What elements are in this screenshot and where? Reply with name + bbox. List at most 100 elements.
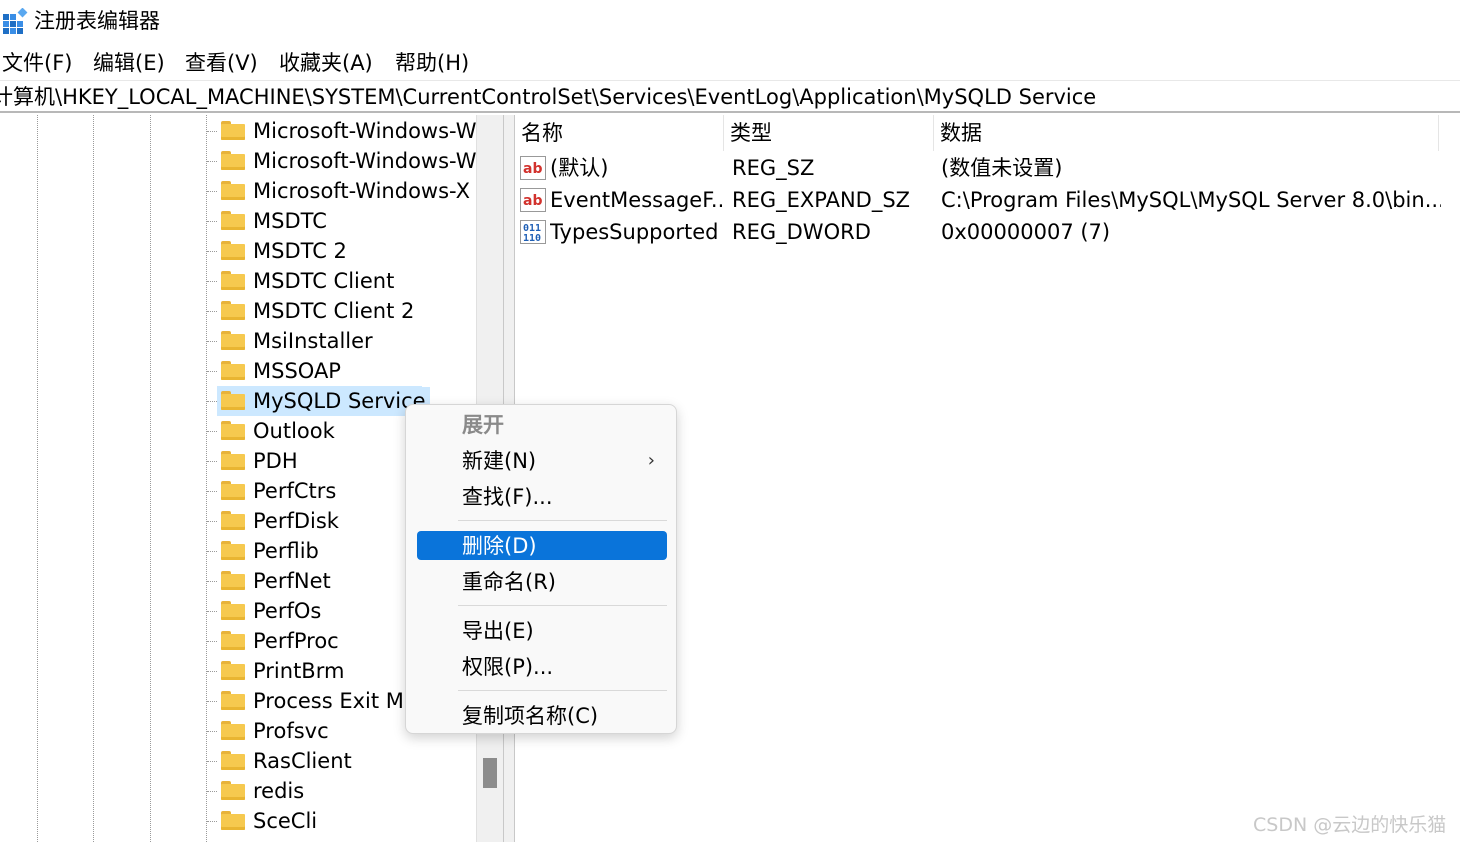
context-menu-label: 新建(N) [462,449,537,473]
context-menu-label: 导出(E) [462,619,534,643]
context-menu-rename[interactable]: 重命名(R) [417,567,667,597]
string-value-icon: ab [520,188,546,212]
tree-connector [207,641,217,642]
tree-connector [207,491,217,492]
tree-connector [207,461,217,462]
context-menu-label: 展开 [462,413,504,437]
tree-connector [207,791,217,792]
tree-item-label: PerfDisk [253,509,339,533]
context-menu-find[interactable]: 查找(F)... [417,482,667,512]
menu-edit[interactable]: 编辑(E) [93,49,165,77]
context-menu-new[interactable]: 新建(N) › [417,446,667,476]
context-menu-label: 重命名(R) [462,570,556,594]
tree-guide-line [37,115,38,842]
tree-item-label: MSDTC Client [253,269,395,293]
tree-connector [207,611,217,612]
tree-item-label: MSSOAP [253,359,341,383]
value-row[interactable]: 011 110 TypesSupported REG_DWORD 0x00000… [515,217,1460,247]
tree-item-label: Microsoft-Windows-W [253,119,476,143]
folder-icon [221,481,245,500]
context-menu-label: 权限(P)... [462,655,554,679]
tree-item-label: MSDTC 2 [253,239,347,263]
tree-connector [207,401,217,402]
context-menu-permissions[interactable]: 权限(P)... [417,652,667,682]
svg-text:ab: ab [523,161,542,177]
tree-scroll-thumb[interactable] [483,758,497,788]
address-path[interactable]: 计算机\HKEY_LOCAL_MACHINE\SYSTEM\CurrentCon… [0,83,1096,111]
folder-icon [221,631,245,650]
value-data: (数值未设置) [941,156,1063,180]
tree-item-label: PerfNet [253,569,331,593]
string-value-icon: ab [520,156,546,180]
value-row[interactable]: ab (默认) REG_SZ (数值未设置) [515,153,1460,183]
context-menu-label: 复制项名称(C) [462,704,599,728]
tree-connector [207,341,217,342]
context-menu-export[interactable]: 导出(E) [417,616,667,646]
tree-connector [207,551,217,552]
menu-help[interactable]: 帮助(H) [395,49,469,77]
tree-connector [207,431,217,432]
folder-icon [221,451,245,470]
svg-text:110: 110 [523,233,541,244]
folder-icon [221,781,245,800]
chevron-right-icon: › [647,450,655,471]
tree-item-label: Microsoft-Windows-W [253,149,476,173]
value-row[interactable]: ab EventMessageF... REG_EXPAND_SZ C:\Pro… [515,185,1460,215]
tree-item-label: SceCli [253,809,318,833]
watermark: CSDN @云边的快乐猫 [1253,814,1447,836]
folder-icon [221,121,245,140]
tree-item-label: PerfProc [253,629,339,653]
folder-icon [221,571,245,590]
context-menu-expand: 展开 [417,410,667,440]
tree-item-label: RasClient [253,749,352,773]
folder-icon [221,241,245,260]
tree-connector [207,191,217,192]
folder-icon [221,361,245,380]
tree-connector [207,671,217,672]
folder-icon [221,541,245,560]
folder-icon [221,601,245,620]
window-title: 注册表编辑器 [34,9,160,33]
tree-connector [207,251,217,252]
registry-editor-icon [3,8,28,34]
value-name: TypesSupported [550,220,719,244]
value-data: 0x00000007 (7) [941,220,1111,244]
tree-item-label: MsiInstaller [253,329,373,353]
menu-file[interactable]: 文件(F) [2,49,72,77]
folder-icon [221,331,245,350]
tree-item-label: PerfCtrs [253,479,337,503]
context-menu-delete[interactable]: 删除(D) [417,531,667,560]
context-menu: 展开 新建(N) › 查找(F)... 删除(D) 重命名(R) 导出(E) 权… [405,404,677,734]
tree-item-label: MSDTC [253,209,327,233]
column-header-name[interactable]: 名称 [515,115,724,151]
menu-separator [458,520,667,521]
folder-icon [221,301,245,320]
value-type: REG_SZ [732,156,815,180]
folder-icon [221,181,245,200]
folder-icon [221,721,245,740]
tree-item-label: MSDTC Client 2 [253,299,415,323]
folder-icon [221,151,245,170]
tree-item-label: Microsoft-Windows-X [253,179,470,203]
context-menu-copy-key-name[interactable]: 复制项名称(C) [417,701,667,731]
folder-icon [221,391,245,410]
value-name: (默认) [550,156,609,180]
tree-guide-line [206,115,207,842]
folder-icon [221,421,245,440]
menu-view[interactable]: 查看(V) [185,49,258,77]
column-header-type[interactable]: 类型 [724,115,934,151]
tree-item-label: MySQLD Service [253,387,430,415]
menu-favorites[interactable]: 收藏夹(A) [279,49,373,77]
address-bar[interactable]: 计算机\HKEY_LOCAL_MACHINE\SYSTEM\CurrentCon… [0,82,1460,113]
binary-value-icon: 011 110 [520,220,546,244]
tree-guide-line [150,115,151,842]
tree-item-label: Outlook [253,419,335,443]
folder-icon [221,661,245,680]
tree-connector [207,581,217,582]
folder-icon [221,751,245,770]
folder-icon [221,211,245,230]
menu-separator [458,605,667,606]
context-menu-label: 查找(F)... [462,485,553,509]
menu-divider [0,80,1460,81]
column-header-data[interactable]: 数据 [934,115,1439,151]
